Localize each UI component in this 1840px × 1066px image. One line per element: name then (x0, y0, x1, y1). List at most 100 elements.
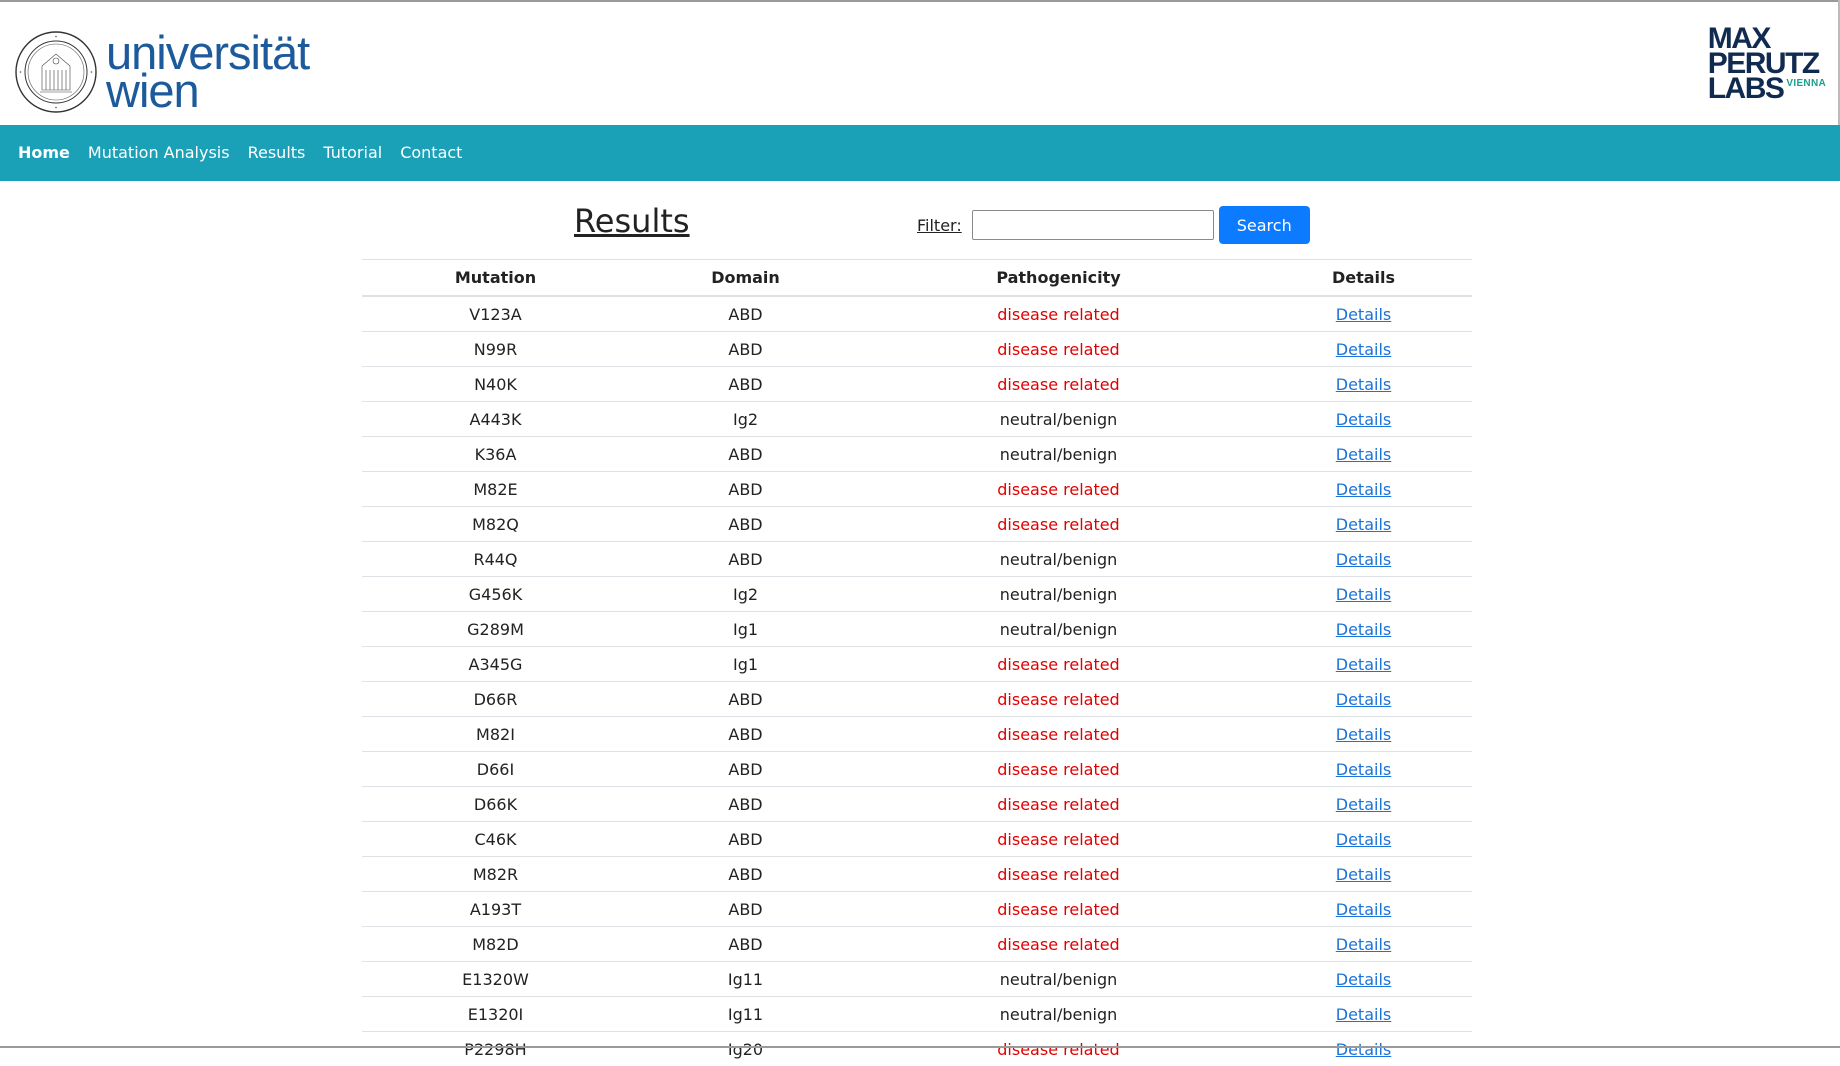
details-link[interactable]: Details (1336, 445, 1391, 464)
main-navbar: Home Mutation Analysis Results Tutorial … (0, 125, 1840, 181)
cell-mutation: E1320I (362, 997, 629, 1032)
details-link[interactable]: Details (1336, 970, 1391, 989)
cell-details: Details (1255, 857, 1472, 892)
cell-pathogenicity: neutral/benign (862, 577, 1255, 612)
details-link[interactable]: Details (1336, 900, 1391, 919)
cell-pathogenicity: neutral/benign (862, 612, 1255, 647)
table-row: A193TABDdisease relatedDetails (362, 892, 1472, 927)
table-row: D66IABDdisease relatedDetails (362, 752, 1472, 787)
details-link[interactable]: Details (1336, 795, 1391, 814)
nav-results[interactable]: Results (248, 125, 306, 181)
details-link[interactable]: Details (1336, 305, 1391, 324)
cell-details: Details (1255, 997, 1472, 1032)
table-row: M82IABDdisease relatedDetails (362, 717, 1472, 752)
cell-mutation: C46K (362, 822, 629, 857)
cell-details: Details (1255, 437, 1472, 472)
nav-home[interactable]: Home (18, 125, 70, 181)
cell-pathogenicity: disease related (862, 1032, 1255, 1066)
cell-details: Details (1255, 962, 1472, 997)
cell-details: Details (1255, 682, 1472, 717)
cell-domain: ABD (629, 367, 862, 402)
cell-details: Details (1255, 296, 1472, 332)
cell-pathogenicity: disease related (862, 787, 1255, 822)
details-link[interactable]: Details (1336, 480, 1391, 499)
details-link[interactable]: Details (1336, 865, 1391, 884)
details-link[interactable]: Details (1336, 1040, 1391, 1059)
cell-mutation: G456K (362, 577, 629, 612)
cell-pathogenicity: disease related (862, 927, 1255, 962)
cell-domain: ABD (629, 472, 862, 507)
cell-details: Details (1255, 647, 1472, 682)
university-wordmark: universität wien (106, 34, 309, 110)
details-link[interactable]: Details (1336, 725, 1391, 744)
cell-pathogenicity: disease related (862, 647, 1255, 682)
header-details: Details (1255, 260, 1472, 297)
institute-logo-line-3: LABS (1708, 76, 1784, 101)
details-link[interactable]: Details (1336, 935, 1391, 954)
nav-contact[interactable]: Contact (400, 125, 462, 181)
cell-details: Details (1255, 402, 1472, 437)
university-logo[interactable]: universität wien (14, 30, 309, 114)
details-link[interactable]: Details (1336, 410, 1391, 429)
cell-domain: ABD (629, 857, 862, 892)
table-row: G456KIg2neutral/benign Details (362, 577, 1472, 612)
header-pathogenicity[interactable]: Pathogenicity (862, 260, 1255, 297)
cell-domain: Ig20 (629, 1032, 862, 1066)
search-button[interactable]: Search (1219, 206, 1310, 244)
cell-domain: ABD (629, 717, 862, 752)
header-mutation[interactable]: Mutation (362, 260, 629, 297)
cell-mutation: D66K (362, 787, 629, 822)
header-domain[interactable]: Domain (629, 260, 862, 297)
nav-mutation-analysis[interactable]: Mutation Analysis (88, 125, 230, 181)
details-link[interactable]: Details (1336, 690, 1391, 709)
cell-domain: Ig1 (629, 647, 862, 682)
cell-details: Details (1255, 472, 1472, 507)
cell-domain: ABD (629, 822, 862, 857)
cell-domain: ABD (629, 892, 862, 927)
cell-mutation: M82E (362, 472, 629, 507)
table-row: N99RABDdisease relatedDetails (362, 332, 1472, 367)
details-link[interactable]: Details (1336, 550, 1391, 569)
details-link[interactable]: Details (1336, 585, 1391, 604)
details-link[interactable]: Details (1336, 340, 1391, 359)
cell-domain: Ig2 (629, 577, 862, 612)
table-row: C46KABDdisease relatedDetails (362, 822, 1472, 857)
cell-domain: ABD (629, 752, 862, 787)
cell-domain: ABD (629, 542, 862, 577)
details-link[interactable]: Details (1336, 655, 1391, 674)
cell-mutation: K36A (362, 437, 629, 472)
table-row: D66KABDdisease relatedDetails (362, 787, 1472, 822)
table-row: G289MIg1neutral/benignDetails (362, 612, 1472, 647)
cell-mutation: D66I (362, 752, 629, 787)
table-row: M82DABDdisease relatedDetails (362, 927, 1472, 962)
details-link[interactable]: Details (1336, 375, 1391, 394)
details-link[interactable]: Details (1336, 620, 1391, 639)
cell-details: Details (1255, 927, 1472, 962)
cell-details: Details (1255, 612, 1472, 647)
cell-mutation: M82Q (362, 507, 629, 542)
cell-mutation: D66R (362, 682, 629, 717)
cell-mutation: A443K (362, 402, 629, 437)
details-link[interactable]: Details (1336, 515, 1391, 534)
cell-details: Details (1255, 507, 1472, 542)
results-table-body: V123AABDdisease relatedDetailsN99RABDdis… (362, 296, 1472, 1066)
details-link[interactable]: Details (1336, 1005, 1391, 1024)
cell-mutation: E1320W (362, 962, 629, 997)
cell-details: Details (1255, 822, 1472, 857)
cell-mutation: M82D (362, 927, 629, 962)
cell-mutation: G289M (362, 612, 629, 647)
cell-domain: Ig11 (629, 997, 862, 1032)
institute-logo[interactable]: MAX PERUTZ LABS VIENNA (1708, 26, 1826, 101)
cell-details: Details (1255, 542, 1472, 577)
nav-tutorial[interactable]: Tutorial (323, 125, 382, 181)
cell-pathogenicity: disease related (862, 296, 1255, 332)
table-row: M82EABDdisease relatedDetails (362, 472, 1472, 507)
cell-pathogenicity: neutral/benign (862, 402, 1255, 437)
cell-domain: Ig2 (629, 402, 862, 437)
cell-pathogenicity: disease related (862, 892, 1255, 927)
details-link[interactable]: Details (1336, 760, 1391, 779)
cell-details: Details (1255, 752, 1472, 787)
details-link[interactable]: Details (1336, 830, 1391, 849)
filter-input[interactable] (972, 210, 1214, 240)
cell-pathogenicity: disease related (862, 857, 1255, 892)
